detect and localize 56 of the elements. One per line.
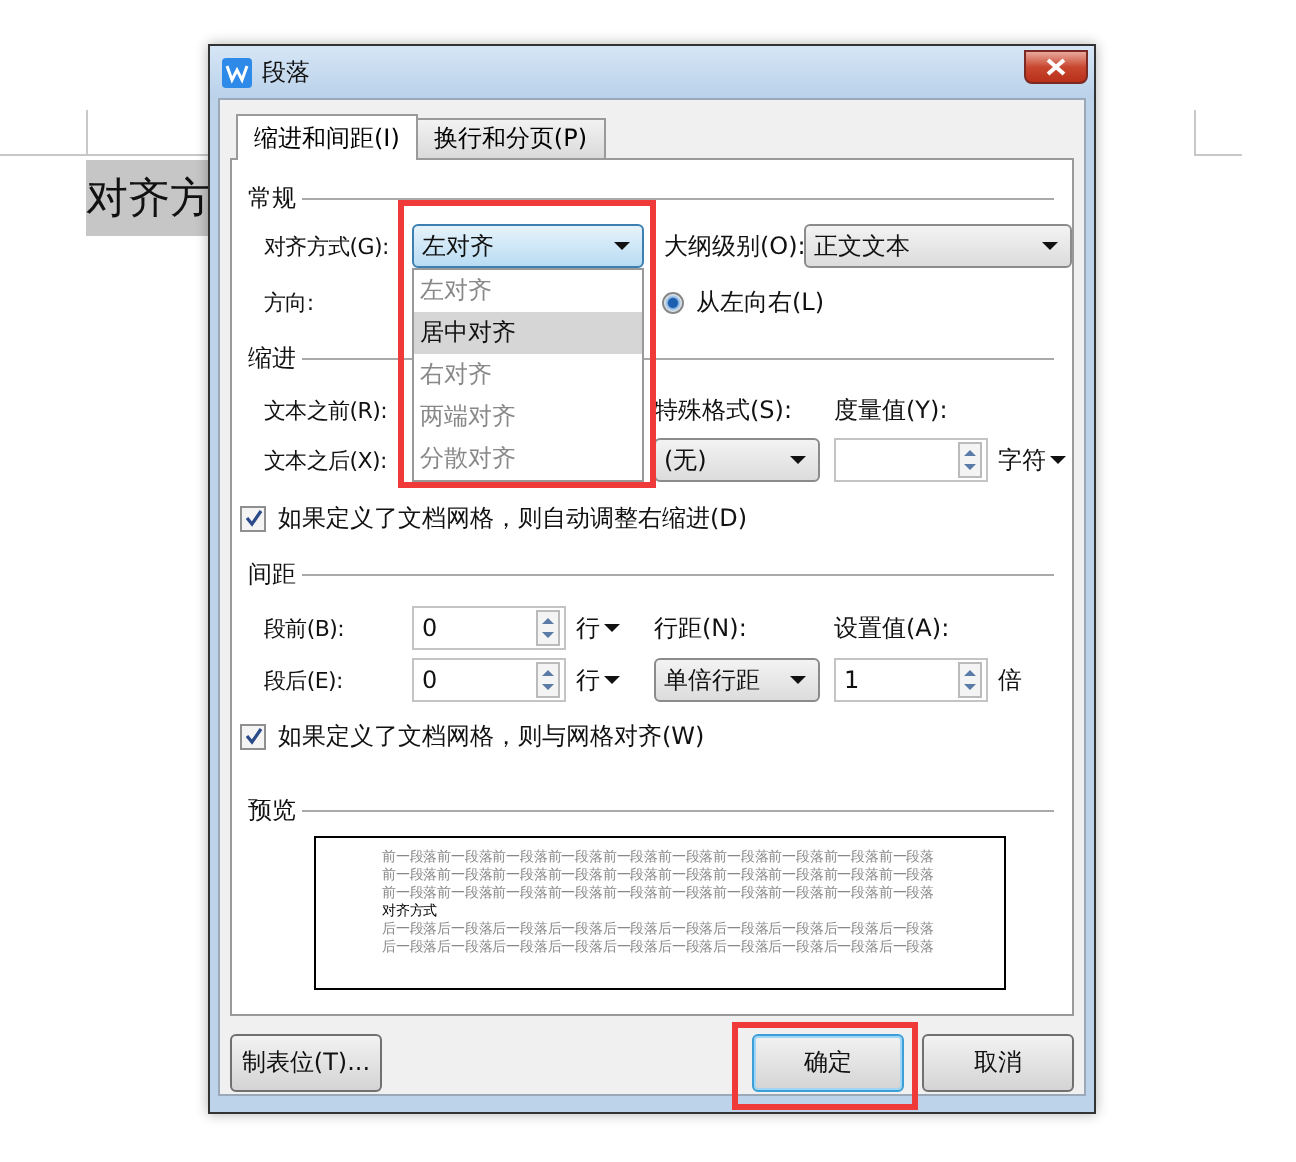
field-label: 设置值(A): <box>834 611 950 645</box>
special-format-dropdown[interactable]: (无) <box>654 438 820 482</box>
unit-dropdown[interactable]: 行 <box>576 611 654 645</box>
field-label: 方向: <box>264 287 316 317</box>
dropdown-option[interactable]: 左对齐 <box>414 270 642 312</box>
caret-icon <box>604 676 620 684</box>
spacing-field[interactable]: 0 <box>412 606 566 650</box>
field-label: 文本之前(R): <box>264 395 390 425</box>
dropdown-option[interactable]: 右对齐 <box>414 354 642 396</box>
app-logo-icon <box>222 57 252 87</box>
caret-icon <box>1042 242 1058 250</box>
checkbox-label: 如果定义了文档网格，则自动调整右缩进(D) <box>278 501 748 535</box>
measure-field[interactable] <box>834 438 988 482</box>
radio-button[interactable]: 从左向右(L) <box>662 285 825 319</box>
dropdown-option[interactable]: 居中对齐 <box>414 312 642 354</box>
section-heading: 预览 <box>248 793 296 827</box>
spinner-icon[interactable] <box>958 442 982 478</box>
spacing-field[interactable]: 0 <box>412 658 566 702</box>
unit-dropdown[interactable]: 行 <box>576 663 654 697</box>
unit-label: 倍 <box>998 663 1022 697</box>
caret-icon <box>790 456 806 464</box>
close-icon <box>1046 57 1066 75</box>
ok-button[interactable]: 确定 <box>752 1034 904 1092</box>
spinner-icon[interactable] <box>536 610 560 646</box>
checkbox-label: 如果定义了文档网格，则与网格对齐(W) <box>278 719 705 753</box>
dropdown-option[interactable]: 分散对齐 <box>414 438 642 480</box>
tab-stops-button[interactable]: 制表位(T)... <box>230 1034 382 1092</box>
field-label: 段后(E): <box>264 665 345 695</box>
window-title: 段落 <box>262 55 310 89</box>
cancel-button[interactable]: 取消 <box>922 1034 1074 1092</box>
close-button[interactable] <box>1024 49 1088 83</box>
spinner-icon[interactable] <box>958 662 982 698</box>
caret-icon <box>790 676 806 684</box>
caret-icon <box>1050 456 1066 464</box>
outline-level-dropdown[interactable]: 正文文本 <box>804 224 1072 268</box>
field-label: 度量值(Y): <box>834 393 948 427</box>
caret-icon <box>614 242 630 250</box>
alignment-dropdown[interactable]: 左对齐 <box>412 224 644 268</box>
field-label: 大纲级别(O): <box>664 229 804 263</box>
line-spacing-dropdown[interactable]: 单倍行距 <box>654 658 820 702</box>
checkbox[interactable] <box>240 505 266 531</box>
field-label: 行距(N): <box>654 611 749 645</box>
dropdown-option[interactable]: 两端对齐 <box>414 396 642 438</box>
field-label: 对齐方式(G): <box>264 231 391 261</box>
unit-dropdown[interactable]: 字符 <box>998 443 1066 477</box>
spinner-icon[interactable] <box>536 662 560 698</box>
tab[interactable]: 换行和分页(P) <box>415 118 606 158</box>
field-label: 文本之后(X): <box>264 445 389 475</box>
section-heading: 间距 <box>248 557 296 591</box>
section-heading: 常规 <box>248 181 296 215</box>
tab[interactable]: 缩进和间距(I) <box>236 114 418 160</box>
setting-field[interactable]: 1 <box>834 658 988 702</box>
caret-icon <box>604 624 620 632</box>
checkbox[interactable] <box>240 723 266 749</box>
field-label: 段前(B): <box>264 613 347 643</box>
section-heading: 缩进 <box>248 341 296 375</box>
